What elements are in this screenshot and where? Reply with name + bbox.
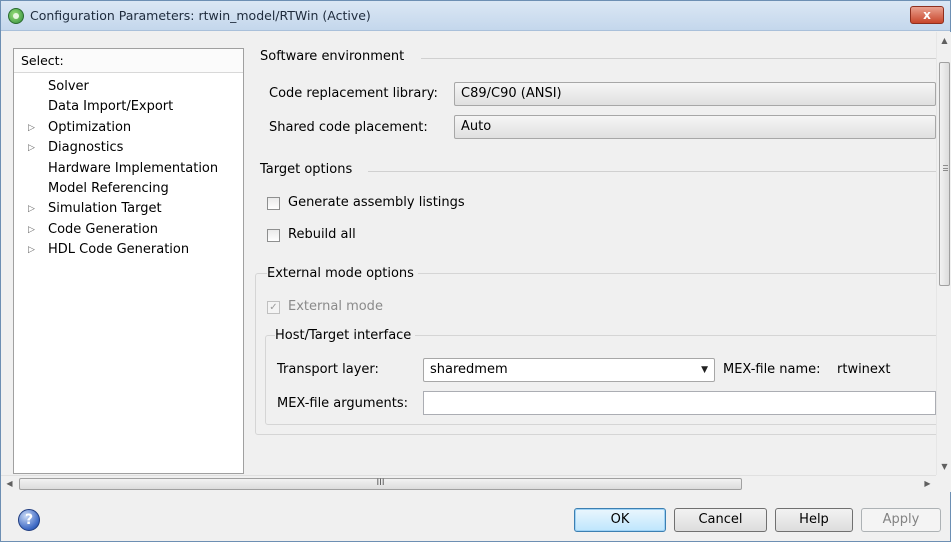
cancel-button[interactable]: Cancel — [674, 508, 767, 532]
mex-file-arguments-label: MEX-file arguments: — [277, 396, 409, 411]
transport-layer-value: sharedmem — [430, 362, 508, 377]
tree-item-diagnostics[interactable]: ▷ Diagnostics — [14, 138, 243, 158]
tree-item-label: Solver — [48, 79, 89, 94]
shared-code-placement-value: Auto — [461, 119, 492, 134]
category-tree: Select: Solver Data Import/Export ▷ Opti… — [13, 48, 244, 474]
code-replacement-library-label: Code replacement library: — [269, 86, 438, 101]
scroll-down-icon[interactable]: ▼ — [937, 458, 951, 475]
expand-arrow-icon[interactable]: ▷ — [28, 240, 35, 260]
tree-item-label: Simulation Target — [48, 201, 162, 217]
tree-item-hardware-implementation[interactable]: Hardware Implementation — [14, 159, 243, 179]
tree-item-solver[interactable]: Solver — [14, 77, 243, 97]
tree-item-label: Model Referencing — [48, 180, 169, 196]
scroll-left-icon[interactable]: ◀ — [1, 476, 18, 492]
simulink-app-icon — [8, 8, 24, 24]
scroll-up-icon[interactable]: ▲ — [937, 32, 951, 49]
group-divider — [368, 171, 936, 172]
external-mode-options-title: External mode options — [267, 266, 418, 281]
code-replacement-library-select[interactable]: C89/C90 (ANSI) — [454, 82, 936, 106]
dropdown-arrow-icon[interactable]: ▼ — [701, 365, 708, 375]
host-target-interface-title: Host/Target interface — [275, 328, 416, 343]
scroll-grip-icon — [943, 165, 948, 171]
tree-item-code-generation[interactable]: ▷ Code Generation — [14, 220, 243, 240]
tree-item-label: Diagnostics — [48, 140, 124, 156]
code-replacement-library-value: C89/C90 (ANSI) — [461, 86, 562, 101]
help-question-icon[interactable]: ? — [18, 509, 40, 531]
group-divider — [421, 58, 936, 59]
shared-code-placement-select[interactable]: Auto — [454, 115, 936, 139]
apply-button[interactable]: Apply — [861, 508, 941, 532]
generate-assembly-listings-label[interactable]: Generate assembly listings — [288, 195, 465, 210]
horizontal-scroll-thumb[interactable]: III — [19, 478, 742, 490]
expand-arrow-icon[interactable]: ▷ — [28, 220, 35, 240]
tree-item-label: Code Generation — [48, 221, 158, 237]
tree-item-label: Data Import/Export — [48, 99, 174, 115]
shared-code-placement-label: Shared code placement: — [269, 120, 428, 135]
transport-layer-select[interactable]: sharedmem ▼ — [423, 358, 715, 382]
vertical-scrollbar[interactable]: ▲ ▼ — [936, 32, 951, 475]
scrollbar-corner — [936, 475, 951, 492]
tree-list: Solver Data Import/Export ▷ Optimization… — [14, 77, 243, 261]
vertical-scroll-thumb[interactable] — [939, 62, 950, 286]
window-title: Configuration Parameters: rtwin_model/RT… — [30, 8, 371, 23]
tree-item-optimization[interactable]: ▷ Optimization — [14, 118, 243, 138]
settings-pane: Software environment Code replacement li… — [245, 46, 936, 474]
tree-item-model-referencing[interactable]: Model Referencing — [14, 179, 243, 199]
scroll-right-icon[interactable]: ▶ — [919, 476, 936, 492]
tree-item-label: Optimization — [48, 119, 132, 135]
expand-arrow-icon[interactable]: ▷ — [28, 118, 35, 138]
close-button[interactable]: x — [910, 6, 944, 24]
expand-arrow-icon[interactable]: ▷ — [28, 138, 35, 158]
title-bar[interactable]: Configuration Parameters: rtwin_model/RT… — [1, 1, 950, 31]
software-environment-title: Software environment — [260, 49, 409, 64]
tree-item-hdl-code-generation[interactable]: ▷ HDL Code Generation — [14, 240, 243, 260]
tree-item-label: HDL Code Generation — [48, 242, 190, 258]
horizontal-scrollbar[interactable]: ◀ III ▶ — [1, 475, 936, 492]
rebuild-all-label[interactable]: Rebuild all — [288, 227, 356, 242]
mex-file-name-value: rtwinext — [837, 362, 891, 377]
help-button[interactable]: Help — [775, 508, 853, 532]
generate-assembly-listings-checkbox[interactable] — [267, 197, 280, 210]
tree-header: Select: — [14, 49, 243, 73]
tree-item-label: Hardware Implementation — [48, 160, 219, 176]
ok-button[interactable]: OK — [574, 508, 666, 532]
tree-item-simulation-target[interactable]: ▷ Simulation Target — [14, 199, 243, 219]
rebuild-all-checkbox[interactable] — [267, 229, 280, 242]
expand-arrow-icon[interactable]: ▷ — [28, 199, 35, 219]
mex-file-name-label: MEX-file name: — [723, 362, 821, 377]
external-mode-checkbox[interactable]: ✓ — [267, 301, 280, 314]
mex-file-arguments-input[interactable] — [423, 391, 936, 415]
transport-layer-label: Transport layer: — [277, 362, 379, 377]
config-parameters-dialog: Configuration Parameters: rtwin_model/RT… — [0, 0, 951, 542]
target-options-title: Target options — [260, 162, 357, 177]
external-mode-label: External mode — [288, 299, 383, 314]
tree-item-data-import-export[interactable]: Data Import/Export — [14, 97, 243, 117]
